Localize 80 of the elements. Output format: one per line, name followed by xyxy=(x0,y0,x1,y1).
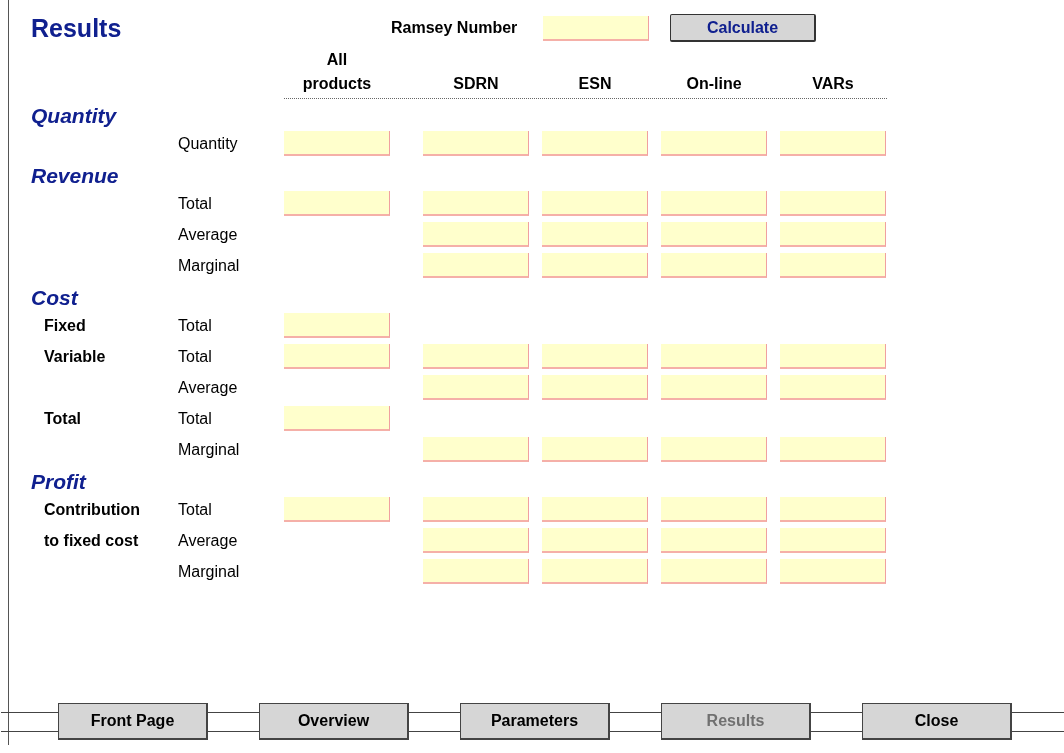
value-field[interactable] xyxy=(661,559,767,584)
value-field[interactable] xyxy=(542,253,648,278)
value-field[interactable] xyxy=(780,437,886,462)
value-field[interactable] xyxy=(423,344,529,369)
value-field[interactable] xyxy=(780,222,886,247)
row-label: Marginal xyxy=(178,562,240,581)
column-header: SDRN xyxy=(453,74,499,94)
value-field[interactable] xyxy=(423,528,529,553)
row-label: Total xyxy=(178,316,212,335)
group-label: Fixed xyxy=(44,316,86,335)
value-field[interactable] xyxy=(423,191,529,216)
column-header: On-line xyxy=(686,74,742,94)
group-label: Contribution xyxy=(44,500,140,519)
section-title: Quantity xyxy=(31,103,117,128)
column-header: All products xyxy=(301,50,373,94)
value-field[interactable] xyxy=(542,528,648,553)
value-field[interactable] xyxy=(542,191,648,216)
value-field[interactable] xyxy=(780,528,886,553)
row-label: Average xyxy=(178,531,238,550)
nav-button[interactable]: Close xyxy=(862,702,1012,740)
value-field[interactable] xyxy=(780,559,886,584)
row-label: Average xyxy=(178,378,238,397)
row-label: Total xyxy=(178,500,212,519)
value-field[interactable] xyxy=(661,222,767,247)
value-field[interactable] xyxy=(780,131,886,156)
value-field[interactable] xyxy=(542,497,648,522)
value-field[interactable] xyxy=(284,191,390,216)
value-field[interactable] xyxy=(661,253,767,278)
value-field[interactable] xyxy=(542,131,648,156)
row-label: Quantity xyxy=(178,134,238,153)
group-label: Total xyxy=(44,409,82,428)
row-label: Average xyxy=(178,225,238,244)
value-field[interactable] xyxy=(661,528,767,553)
value-field[interactable] xyxy=(284,344,390,369)
value-field[interactable] xyxy=(423,497,529,522)
nav-button[interactable]: Front Page xyxy=(58,702,208,740)
value-field[interactable] xyxy=(661,191,767,216)
value-field[interactable] xyxy=(542,437,648,462)
group-label: Variable xyxy=(44,347,106,366)
value-field[interactable] xyxy=(542,344,648,369)
value-field[interactable] xyxy=(661,344,767,369)
row-label: Total xyxy=(178,409,212,428)
section-title: Profit xyxy=(31,469,86,494)
page-title: Results xyxy=(31,13,123,43)
value-field[interactable] xyxy=(661,437,767,462)
ramsey-number-field[interactable] xyxy=(543,15,649,41)
value-field[interactable] xyxy=(542,222,648,247)
row-label: Total xyxy=(178,347,212,366)
value-field[interactable] xyxy=(284,313,390,338)
calculate-button[interactable]: Calculate xyxy=(670,14,816,42)
value-field[interactable] xyxy=(780,253,886,278)
row-label: Marginal xyxy=(178,256,240,275)
row-label: Total xyxy=(178,194,212,213)
column-header: ESN xyxy=(578,74,612,94)
value-field[interactable] xyxy=(780,344,886,369)
value-field[interactable] xyxy=(780,497,886,522)
value-field[interactable] xyxy=(423,222,529,247)
nav-button[interactable]: Parameters xyxy=(460,702,610,740)
group-label: to fixed cost xyxy=(44,531,139,550)
value-field[interactable] xyxy=(661,497,767,522)
value-field[interactable] xyxy=(423,375,529,400)
value-field[interactable] xyxy=(284,497,390,522)
value-field[interactable] xyxy=(542,559,648,584)
row-label: Marginal xyxy=(178,440,240,459)
value-field[interactable] xyxy=(423,253,529,278)
section-title: Revenue xyxy=(31,163,119,188)
value-field[interactable] xyxy=(423,131,529,156)
value-field[interactable] xyxy=(542,375,648,400)
field-label: Ramsey Number xyxy=(391,19,519,37)
value-field[interactable] xyxy=(284,131,390,156)
section-title: Cost xyxy=(31,285,78,310)
nav-button[interactable]: Overview xyxy=(259,702,409,740)
value-field[interactable] xyxy=(780,375,886,400)
column-header: VARs xyxy=(812,74,854,94)
value-field[interactable] xyxy=(423,559,529,584)
value-field[interactable] xyxy=(423,437,529,462)
value-field[interactable] xyxy=(780,191,886,216)
value-field[interactable] xyxy=(661,375,767,400)
value-field[interactable] xyxy=(284,406,390,431)
value-field[interactable] xyxy=(661,131,767,156)
